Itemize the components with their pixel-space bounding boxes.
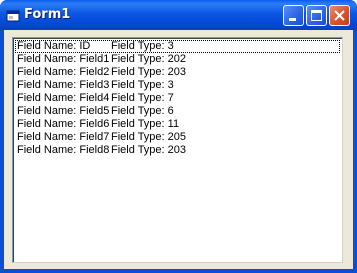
close-button[interactable] [329, 5, 350, 26]
maximize-button[interactable] [306, 5, 327, 26]
field-name-text: Field Name: Field7 [17, 131, 110, 143]
list-item[interactable]: Field Name: Field2 Field Type: 203 [15, 66, 340, 79]
list-item[interactable]: Field Name: Field5 Field Type: 6 [15, 105, 340, 118]
field-name-text: Field Name: Field5 [17, 105, 110, 117]
field-type-text: Field Type: 3 [111, 79, 174, 91]
list-item[interactable]: Field Name: Field4 Field Type: 7 [15, 92, 340, 105]
field-name-text: Field Name: Field2 [17, 66, 110, 78]
field-name-text: Field Name: Field6 [17, 118, 110, 130]
form-client-area: Field Name: ID Field Type: 3 Field Name:… [4, 30, 353, 269]
field-name-text: Field Name: Field1 [17, 53, 110, 65]
field-name-text: Field Name: ID [17, 40, 91, 52]
field-list: Field Name: ID Field Type: 3 Field Name:… [15, 40, 340, 157]
title-bar[interactable]: Form1 [0, 0, 357, 30]
list-item[interactable]: Field Name: ID Field Type: 3 [15, 40, 340, 53]
field-type-text: Field Type: 6 [111, 105, 174, 117]
field-name-text: Field Name: Field4 [17, 92, 110, 104]
field-type-text: Field Type: 205 [111, 131, 187, 143]
list-item[interactable]: Field Name: Field1 Field Type: 202 [15, 53, 340, 66]
list-item[interactable]: Field Name: Field3 Field Type: 3 [15, 79, 340, 92]
field-listbox[interactable]: Field Name: ID Field Type: 3 Field Name:… [12, 37, 343, 263]
list-item[interactable]: Field Name: Field6 Field Type: 11 [15, 118, 340, 131]
window-title: Form1 [24, 7, 71, 22]
field-type-text: Field Type: 203 [111, 144, 187, 156]
field-type-text: Field Type: 3 [111, 40, 174, 52]
list-item[interactable]: Field Name: Field8 Field Type: 203 [15, 144, 340, 157]
list-item[interactable]: Field Name: Field7 Field Type: 205 [15, 131, 340, 144]
field-type-text: Field Type: 202 [111, 53, 187, 65]
field-type-text: Field Type: 11 [111, 118, 180, 130]
form-window: Form1 Field Name: ID Field Type: 3 Field… [0, 0, 357, 273]
vb-form-icon[interactable] [6, 8, 20, 22]
field-name-text: Field Name: Field3 [17, 79, 110, 91]
field-type-text: Field Type: 203 [111, 66, 187, 78]
minimize-button[interactable] [283, 5, 304, 26]
field-type-text: Field Type: 7 [111, 92, 174, 104]
field-name-text: Field Name: Field8 [17, 144, 110, 156]
